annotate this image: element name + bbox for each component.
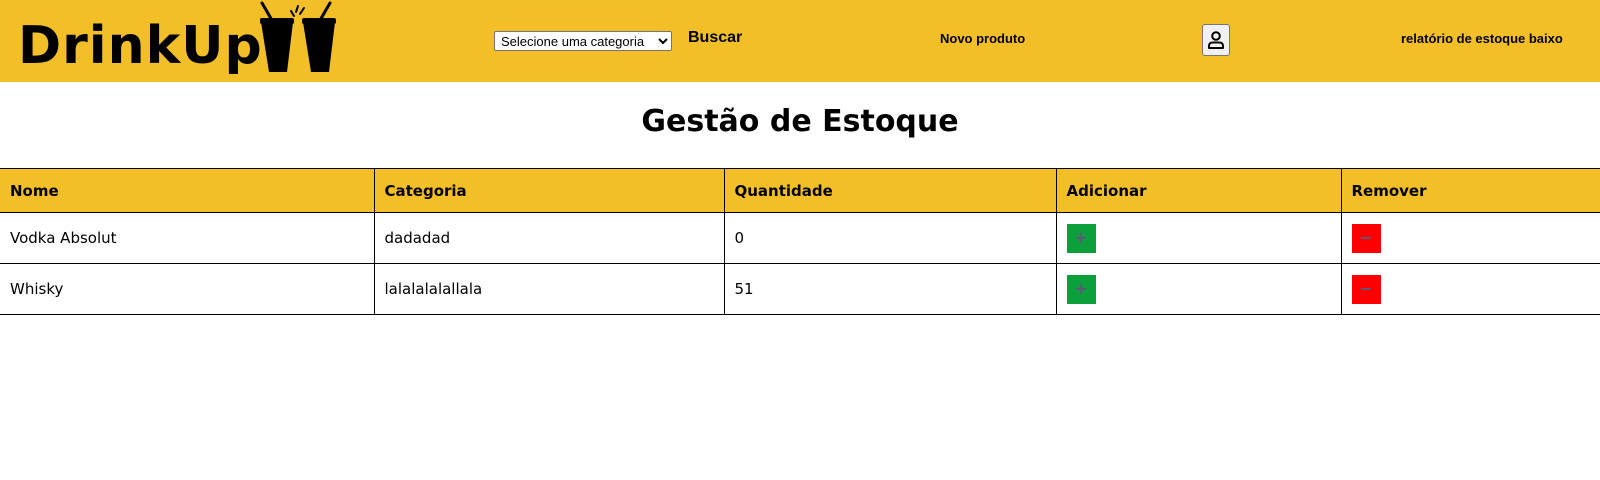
- table-header-row: Nome Categoria Quantidade Adicionar Remo…: [0, 168, 1600, 213]
- category-select[interactable]: Selecione uma categoria: [494, 31, 672, 51]
- remove-button[interactable]: −: [1351, 223, 1381, 253]
- table-row: Whisky lalalalalallala 51 + −: [0, 263, 1600, 315]
- add-cell: +: [1055, 263, 1342, 315]
- new-product-link[interactable]: Novo produto: [940, 31, 1025, 46]
- logo-text: DrinkUp: [18, 16, 263, 76]
- add-button[interactable]: +: [1066, 223, 1096, 253]
- product-category-cell: dadadad: [373, 212, 725, 264]
- column-header-quantity: Quantidade: [723, 168, 1057, 213]
- search-button[interactable]: Buscar: [688, 29, 742, 47]
- top-header: DrinkUp Selecione uma categoria Buscar N…: [0, 0, 1600, 82]
- product-category-cell: lalalalalallala: [373, 263, 725, 315]
- add-button[interactable]: +: [1066, 274, 1096, 304]
- product-name-cell: Whisky: [0, 263, 375, 315]
- add-cell: +: [1055, 212, 1342, 264]
- stock-table: Nome Categoria Quantidade Adicionar Remo…: [0, 168, 1600, 315]
- low-stock-report-link[interactable]: relatório de estoque baixo: [1401, 31, 1563, 46]
- product-name-cell: Vodka Absolut: [0, 212, 375, 264]
- drinkup-logo[interactable]: DrinkUp: [18, 0, 338, 82]
- user-button[interactable]: [1202, 24, 1230, 56]
- column-header-add: Adicionar: [1055, 168, 1342, 213]
- column-header-category: Categoria: [373, 168, 725, 213]
- product-quantity-cell: 0: [723, 212, 1057, 264]
- column-header-name: Nome: [0, 168, 375, 213]
- drink-cups-icon: [260, 1, 336, 72]
- remove-cell: −: [1340, 263, 1600, 315]
- table-row: Vodka Absolut dadadad 0 + −: [0, 212, 1600, 264]
- column-header-remove: Remover: [1340, 168, 1600, 213]
- remove-button[interactable]: −: [1351, 274, 1381, 304]
- remove-cell: −: [1340, 212, 1600, 264]
- page-title: Gestão de Estoque: [641, 104, 959, 139]
- user-icon: [1208, 31, 1224, 49]
- product-quantity-cell: 51: [723, 263, 1057, 315]
